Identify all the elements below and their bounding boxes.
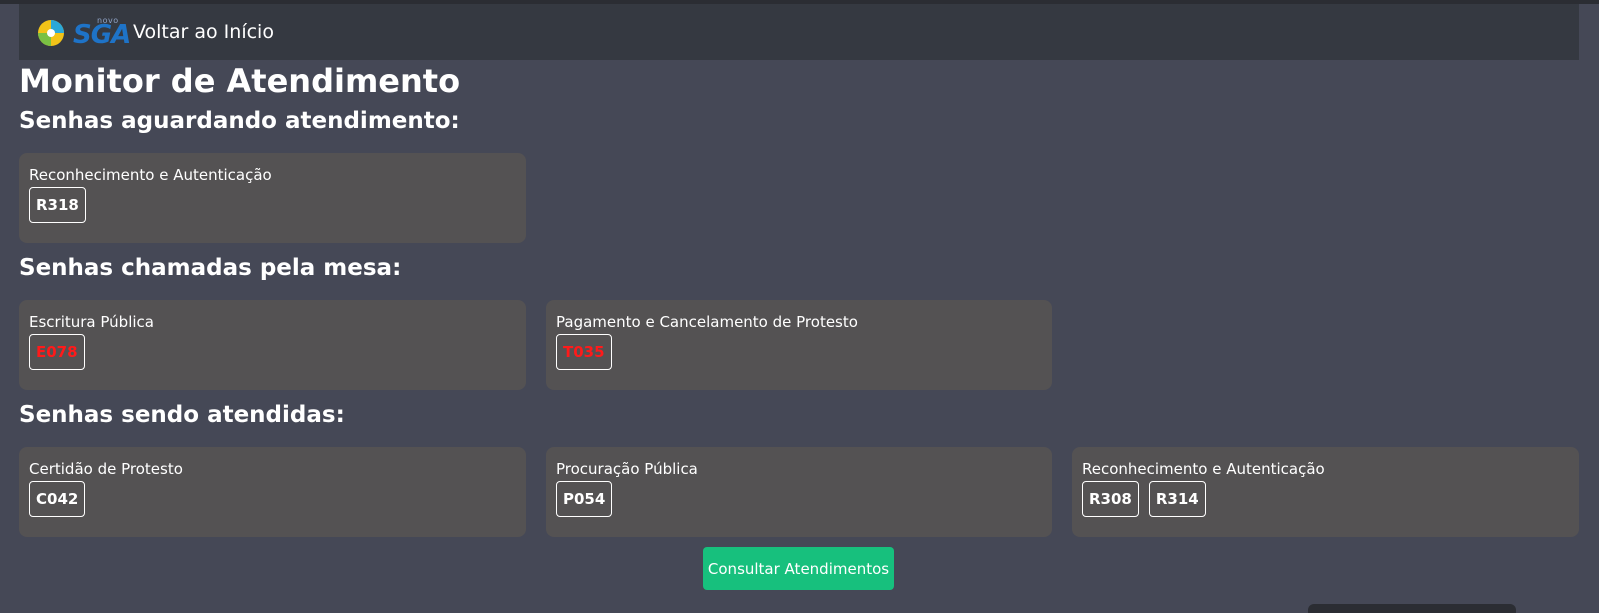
- section-title-serving: Senhas sendo atendidas:: [19, 402, 345, 428]
- service-card: Reconhecimento e Autenticação R318: [19, 153, 526, 243]
- ticket-badge-called: E078: [29, 334, 85, 370]
- service-card: Certidão de Protesto C042: [19, 447, 526, 537]
- service-name: Reconhecimento e Autenticação: [29, 166, 272, 184]
- ticket-list: R318: [29, 187, 516, 223]
- section-title-waiting: Senhas aguardando atendimento:: [19, 108, 460, 134]
- ticket-badge: R318: [29, 187, 86, 223]
- service-card: Pagamento e Cancelamento de Protesto T03…: [546, 300, 1052, 390]
- home-link-label: Voltar ao Início: [133, 21, 274, 43]
- ticket-badge: P054: [556, 481, 613, 517]
- section-title-called: Senhas chamadas pela mesa:: [19, 255, 402, 281]
- service-name: Escritura Pública: [29, 313, 154, 331]
- ticket-list: R308 R314: [1082, 481, 1569, 517]
- page-title: Monitor de Atendimento: [19, 62, 461, 100]
- logo-sga: SGA: [73, 20, 131, 50]
- sga-logo: novo SGA: [35, 14, 131, 50]
- ticket-badge: R314: [1148, 481, 1206, 517]
- service-card: Escritura Pública E078: [19, 300, 526, 390]
- bottom-floating-panel: [1308, 604, 1516, 613]
- service-name: Certidão de Protesto: [29, 460, 183, 478]
- ticket-badge-called: T035: [556, 334, 612, 370]
- service-card: Procuração Pública P054: [546, 447, 1052, 537]
- ticket-list: E078: [29, 334, 516, 370]
- navbar: novo SGA Voltar ao Início: [19, 4, 1579, 60]
- ticket-list: P054: [556, 481, 1042, 517]
- ticket-list: C042: [29, 481, 516, 517]
- ticket-badge: C042: [29, 481, 86, 517]
- service-name: Reconhecimento e Autenticação: [1082, 460, 1325, 478]
- logo-swirl-icon: [38, 20, 64, 46]
- ticket-badge: R308: [1082, 481, 1139, 517]
- service-name: Pagamento e Cancelamento de Protesto: [556, 313, 858, 331]
- ticket-list: T035: [556, 334, 1042, 370]
- service-card: Reconhecimento e Autenticação R308 R314: [1072, 447, 1579, 537]
- consult-attendances-button[interactable]: Consultar Atendimentos: [703, 547, 894, 590]
- home-link[interactable]: novo SGA Voltar ao Início: [35, 14, 274, 50]
- service-name: Procuração Pública: [556, 460, 698, 478]
